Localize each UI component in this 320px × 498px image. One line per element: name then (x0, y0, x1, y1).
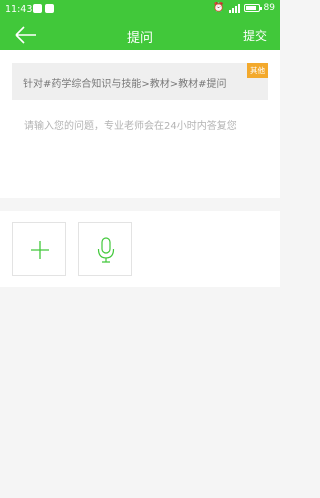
status-right: ⏰ 89 (213, 3, 275, 13)
image-notification-icon (45, 4, 54, 13)
notification-icons (33, 4, 54, 13)
battery-percent: 89 (263, 3, 275, 13)
question-input[interactable]: 请输入您的问题，专业老师会在24小时内答复您 (24, 117, 237, 132)
signal-icon (228, 3, 240, 13)
battery-icon (243, 4, 262, 12)
microphone-icon (97, 237, 115, 263)
topic-text: 针对#药学综合知识与技能>教材>教材#提问 (23, 79, 227, 90)
submit-button[interactable]: 提交 (243, 27, 267, 44)
add-image-button[interactable] (12, 222, 66, 276)
status-time: 11:43 (5, 4, 33, 15)
status-bar: 11:43 ⏰ 89 (0, 0, 280, 20)
category-tag[interactable]: 其他 (247, 63, 268, 78)
plus-icon (31, 241, 49, 259)
voice-input-button[interactable] (78, 222, 132, 276)
topic-box: 针对#药学综合知识与技能>教材>教材#提问 其他 (12, 63, 268, 100)
alarm-icon: ⏰ (213, 3, 225, 13)
battery-fill (245, 6, 257, 10)
attachment-bar (0, 211, 280, 287)
top-navigation-bar: 提问 提交 (0, 20, 280, 50)
page-title: 提问 (126, 31, 153, 46)
shield-notification-icon (33, 4, 42, 13)
question-editor: 针对#药学综合知识与技能>教材>教材#提问 其他 请输入您的问题，专业老师会在2… (0, 50, 280, 198)
